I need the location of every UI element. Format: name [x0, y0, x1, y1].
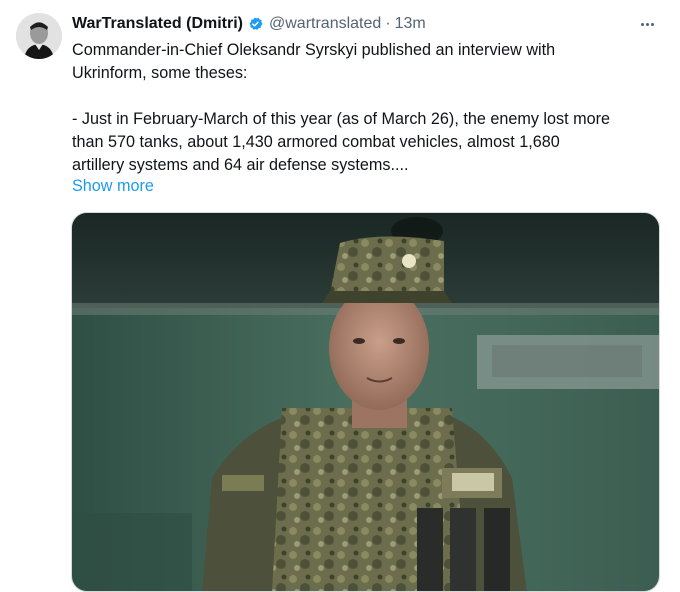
tweet-text-line: Ukrinform, some theses:: [72, 64, 248, 82]
separator-dot: ·: [385, 15, 391, 32]
tweet-header: WarTranslated (Dmitri) @wartranslated · …: [72, 13, 426, 35]
verified-badge-icon[interactable]: [246, 15, 264, 33]
tweet-text-line: Commander-in-Chief Oleksandr Syrskyi pub…: [72, 41, 556, 59]
author-avatar[interactable]: [16, 13, 62, 59]
tweet-card: WarTranslated (Dmitri) @wartranslated · …: [0, 0, 680, 592]
more-dot: [640, 22, 644, 26]
tweet-photo[interactable]: [71, 212, 660, 592]
show-more-link[interactable]: Show more: [72, 175, 154, 198]
tweet-text-line: than 570 tanks, about 1,430 armored comb…: [72, 133, 560, 151]
more-dot: [650, 22, 654, 26]
tweet-text: Commander-in-Chief Oleksandr Syrskyi pub…: [72, 39, 662, 177]
tweet-text-line: - Just in February-March of this year (a…: [72, 110, 610, 128]
avatar-image: [16, 13, 62, 59]
tweet-timestamp[interactable]: 13m: [395, 15, 426, 33]
author-name[interactable]: WarTranslated (Dmitri): [72, 15, 243, 33]
author-handle[interactable]: @wartranslated: [269, 15, 381, 33]
more-options-icon[interactable]: [636, 14, 658, 34]
tweet-text-line: artillery systems and 64 air defense sys…: [72, 156, 409, 174]
more-dot: [645, 22, 649, 26]
photo-soldier-portrait: [72, 213, 659, 591]
